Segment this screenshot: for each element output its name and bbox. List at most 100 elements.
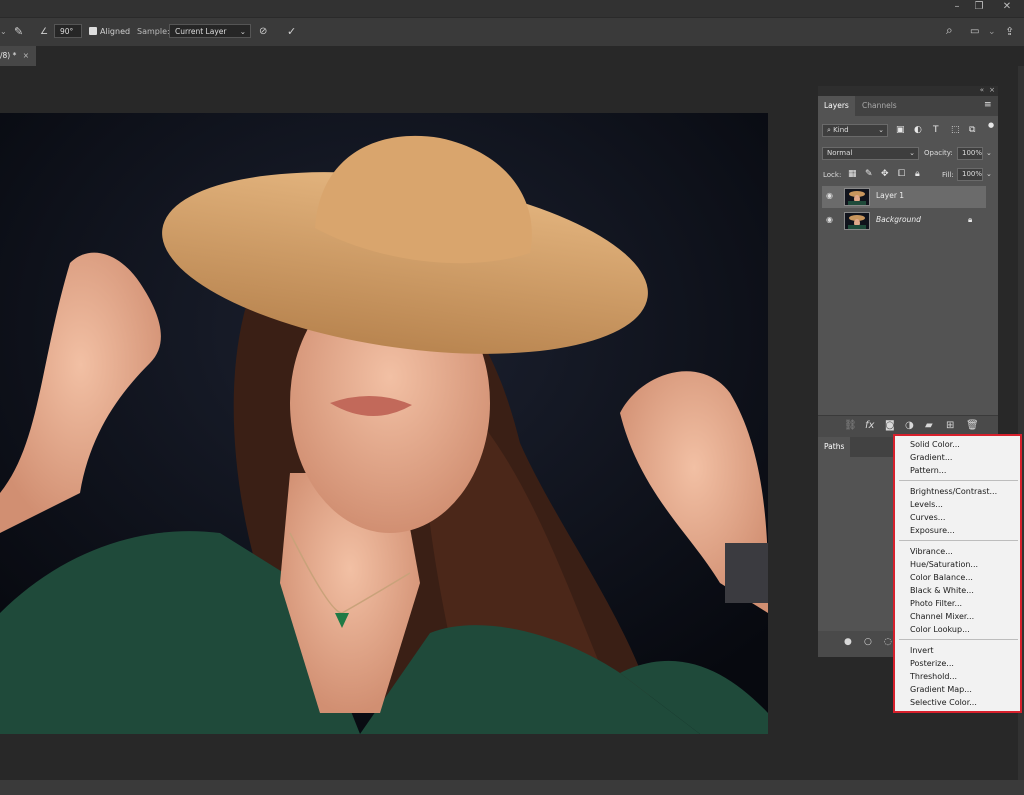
load-selection-icon[interactable]: ◌ (884, 637, 892, 647)
tab-paths[interactable]: Paths (818, 437, 851, 457)
layers-panel: Layers Channels ≡ ⌕ Kind ⌄ ▣ ◐ T ⬚ ⧉ ● N… (818, 96, 998, 438)
fill-label: Fill: (942, 171, 954, 179)
menu-item-photo-filter[interactable]: Photo Filter... (910, 599, 962, 608)
chevron-down-icon[interactable]: ⌄ (988, 25, 996, 39)
fx-icon[interactable]: fx (865, 420, 874, 431)
opacity-label: Opacity: (924, 149, 953, 157)
chevron-down-icon[interactable]: ⌄ (986, 149, 992, 157)
visibility-eye-icon[interactable]: ◉ (826, 192, 836, 200)
window-title-bar: – ❐ ✕ (0, 0, 1024, 17)
close-icon[interactable]: × (989, 86, 995, 94)
chevron-down-icon[interactable]: ⌄ (986, 170, 992, 178)
menu-item-channel-mixer[interactable]: Channel Mixer... (910, 612, 974, 621)
menu-item-color-lookup[interactable]: Color Lookup... (910, 625, 970, 634)
menu-separator (899, 480, 1018, 481)
menu-item-curves[interactable]: Curves... (910, 513, 945, 522)
sample-select[interactable]: Current Layer ⌄ (169, 24, 251, 38)
chevron-down-icon: ⌄ (239, 27, 246, 36)
filter-type-icon[interactable]: T (933, 125, 939, 135)
layer-name[interactable]: Layer 1 (876, 191, 904, 200)
blend-mode-value: Normal (827, 149, 853, 157)
chevron-down-icon[interactable]: ⌄ (0, 25, 7, 39)
ignore-adjustment-icon[interactable]: ⊘ (259, 25, 267, 39)
search-icon: ⌕ (827, 126, 831, 134)
workspace-icon[interactable]: ▭ (970, 25, 979, 39)
restore-icon[interactable]: ❐ (966, 0, 992, 15)
lock-pixels-icon[interactable]: ✎ (865, 169, 873, 179)
filter-kind-value: Kind (833, 126, 849, 134)
stroke-path-icon[interactable]: ○ (864, 637, 872, 647)
menu-separator (899, 639, 1018, 640)
lock-position-icon[interactable]: ✥ (881, 169, 889, 179)
filter-shape-icon[interactable]: ⬚ (951, 125, 960, 135)
menu-item-exposure[interactable]: Exposure... (910, 526, 955, 535)
status-bar (0, 780, 1024, 795)
collapse-icon[interactable]: « (980, 86, 984, 94)
menu-item-posterize[interactable]: Posterize... (910, 659, 954, 668)
chevron-down-icon: ⌄ (878, 126, 884, 134)
visibility-eye-icon[interactable]: ◉ (826, 216, 836, 224)
layer-thumbnail (844, 212, 870, 230)
lock-transparent-icon[interactable]: ▦ (848, 169, 857, 179)
menu-item-levels[interactable]: Levels... (910, 500, 943, 509)
tab-channels[interactable]: Channels (856, 96, 903, 116)
sample-select-value: Current Layer (175, 27, 227, 36)
sample-label: Sample: (137, 27, 170, 36)
menu-separator (899, 540, 1018, 541)
tab-layers[interactable]: Layers (818, 96, 855, 116)
fill-path-icon[interactable]: ● (844, 637, 852, 647)
healing-icon[interactable]: ✓ (287, 25, 296, 39)
link-layers-icon[interactable]: ⛓ (844, 420, 857, 431)
menu-item-pattern[interactable]: Pattern... (910, 466, 946, 475)
angle-input[interactable]: 90° (54, 24, 82, 38)
close-icon[interactable]: × (23, 51, 29, 60)
chevron-down-icon: ⌄ (909, 149, 915, 157)
document-tab-label: /8) * (0, 51, 17, 60)
menu-item-black-white[interactable]: Black & White... (910, 586, 974, 595)
aligned-checkbox[interactable] (89, 27, 97, 35)
search-icon[interactable]: ⌕ (946, 23, 953, 37)
menu-item-vibrance[interactable]: Vibrance... (910, 547, 953, 556)
delete-layer-icon[interactable]: 🗑︎ (966, 420, 979, 431)
layer-row[interactable]: ◉ Layer 1 (822, 186, 986, 208)
filter-kind-select[interactable]: ⌕ Kind ⌄ (822, 124, 888, 137)
angle-icon: ∠ (40, 27, 49, 37)
menu-item-brightness-contrast[interactable]: Brightness/Contrast... (910, 487, 997, 496)
menu-item-color-balance[interactable]: Color Balance... (910, 573, 973, 582)
menu-item-invert[interactable]: Invert (910, 646, 934, 655)
lock-all-icon[interactable]: 🔒︎ (915, 169, 920, 179)
menu-item-selective-color[interactable]: Selective Color... (910, 698, 977, 707)
menu-item-threshold[interactable]: Threshold... (910, 672, 957, 681)
new-layer-icon[interactable]: ⊞ (946, 420, 954, 431)
new-adjustment-layer-icon[interactable]: ◑ (905, 420, 914, 431)
document-image[interactable] (0, 113, 768, 734)
filter-toggle-icon[interactable]: ● (988, 121, 994, 129)
menu-item-gradient[interactable]: Gradient... (910, 453, 952, 462)
options-bar: ⌄ ✎ ∠ 90° Aligned Sample: Current Layer … (0, 17, 1024, 47)
menu-item-gradient-map[interactable]: Gradient Map... (910, 685, 972, 694)
brush-angle-icon[interactable]: ✎ (14, 25, 23, 39)
portrait-photo (0, 113, 768, 734)
add-mask-icon[interactable]: ◙ (885, 420, 895, 431)
lock-artboard-icon[interactable]: ⧠ (898, 169, 905, 179)
new-group-icon[interactable]: ▰ (925, 420, 933, 431)
filter-smart-object-icon[interactable]: ⧉ (969, 125, 975, 135)
adjustment-layer-menu: Solid Color... Gradient... Pattern... Br… (893, 434, 1022, 713)
panel-header: « × (818, 86, 998, 96)
lock-icon: 🔒︎ (968, 215, 973, 224)
blend-mode-select[interactable]: Normal ⌄ (822, 147, 919, 160)
filter-pixel-icon[interactable]: ▣ (896, 125, 905, 135)
opacity-input[interactable]: 100% (957, 147, 983, 160)
menu-item-solid-color[interactable]: Solid Color... (910, 440, 960, 449)
panel-menu-icon[interactable]: ≡ (984, 100, 992, 110)
filter-adjustment-icon[interactable]: ◐ (914, 125, 922, 135)
share-icon[interactable]: ⇪ (1005, 25, 1014, 39)
fill-input[interactable]: 100% (957, 168, 983, 181)
layer-row[interactable]: ◉ Background 🔒︎ (822, 210, 986, 232)
layer-name[interactable]: Background (876, 215, 921, 224)
close-icon[interactable]: ✕ (994, 0, 1020, 15)
document-tab[interactable]: /8) * × (0, 46, 36, 66)
lock-label: Lock: (823, 171, 842, 179)
layer-thumbnail (844, 188, 870, 206)
menu-item-hue-saturation[interactable]: Hue/Saturation... (910, 560, 978, 569)
